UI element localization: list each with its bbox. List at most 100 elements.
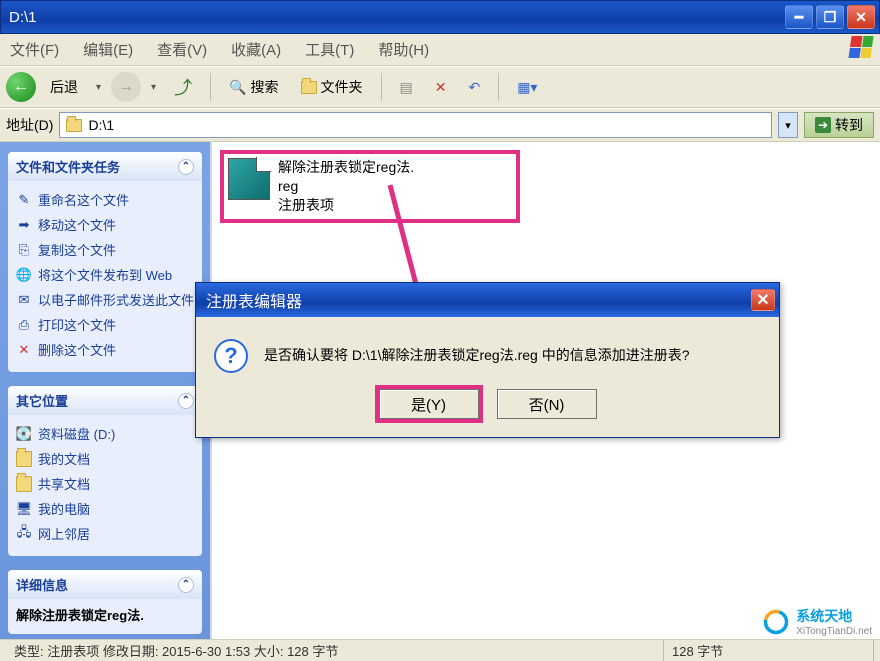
windows-logo-icon <box>850 36 876 62</box>
address-combo[interactable]: D:\1 <box>59 112 772 138</box>
address-value: D:\1 <box>88 117 765 133</box>
place-label: 我的电脑 <box>38 499 90 518</box>
folder-icon <box>301 81 317 94</box>
delete-icon: ✕ <box>16 342 32 358</box>
dialog-titlebar: 注册表编辑器 ✕ <box>196 283 779 317</box>
panel-file-tasks: 文件和文件夹任务 ⌃ ✎ 重命名这个文件 ➡ 移动这个文件 ⎘ 复制这个文件 🌐 将这个… <box>8 152 202 372</box>
menu-file[interactable]: 文件(F) <box>10 39 59 60</box>
separator <box>381 73 382 101</box>
place-computer[interactable]: 🖥我的电脑 <box>16 496 194 521</box>
forward-button[interactable]: → <box>111 72 141 102</box>
print-icon: ⎙ <box>16 317 32 333</box>
minimize-button[interactable]: ━ <box>785 5 813 29</box>
task-publish[interactable]: 🌐 将这个文件发布到 Web <box>16 262 194 287</box>
menu-view[interactable]: 查看(V) <box>157 39 207 60</box>
task-rename[interactable]: ✎ 重命名这个文件 <box>16 187 194 212</box>
address-bar: 地址(D) D:\1 ▾ ➔ 转到 <box>0 108 880 142</box>
dialog-no-button[interactable]: 否(N) <box>497 389 597 419</box>
maximize-button[interactable]: ❐ <box>816 5 844 29</box>
dialog-regedit: 注册表编辑器 ✕ ? 是否确认要将 D:\1\解除注册表锁定reg法.reg 中… <box>195 282 780 438</box>
task-print[interactable]: ⎙打印这个文件 <box>16 312 194 337</box>
menu-favorites[interactable]: 收藏(A) <box>231 39 281 60</box>
search-button[interactable]: 🔍搜索 <box>221 73 286 101</box>
back-button[interactable]: ← <box>6 72 36 102</box>
rename-icon: ✎ <box>16 192 32 208</box>
menu-edit[interactable]: 编辑(E) <box>83 39 133 60</box>
panel-details: 详细信息 ⌃ 解除注册表锁定reg法. <box>8 570 202 634</box>
move-to-button[interactable]: ▤ <box>392 75 421 100</box>
place-network[interactable]: 🖧网上邻居 <box>16 521 194 546</box>
views-button[interactable]: ▦▾ <box>509 75 545 100</box>
file-type: 注册表项 <box>278 196 414 215</box>
task-label: 删除这个文件 <box>38 340 116 359</box>
dialog-message: 是否确认要将 D:\1\解除注册表锁定reg法.reg 中的信息添加进注册表? <box>264 339 690 365</box>
panel-header[interactable]: 其它位置 ⌃ <box>8 386 202 415</box>
task-delete[interactable]: ✕ 删除这个文件 <box>16 337 194 362</box>
forward-history-dropdown[interactable]: ▾ <box>147 82 160 93</box>
button-label: 否(N) <box>529 394 565 415</box>
file-item[interactable]: 解除注册表锁定reg法. reg 注册表项 <box>220 150 520 223</box>
status-right: 128 字节 <box>664 640 874 661</box>
task-label: 将这个文件发布到 Web <box>38 265 172 284</box>
web-icon: 🌐 <box>16 267 32 283</box>
status-bar: 类型: 注册表项 修改日期: 2015-6-30 1:53 大小: 128 字节… <box>0 639 880 661</box>
place-label: 资料磁盘 (D:) <box>38 424 115 443</box>
task-move[interactable]: ➡ 移动这个文件 <box>16 212 194 237</box>
watermark-logo-icon <box>762 608 790 636</box>
panel-title: 文件和文件夹任务 <box>16 157 120 176</box>
folder-icon <box>16 476 32 492</box>
menu-help[interactable]: 帮助(H) <box>378 39 429 60</box>
task-email[interactable]: ✉ 以电子邮件形式发送此文件 <box>16 287 194 312</box>
back-history-dropdown[interactable]: ▾ <box>92 82 105 93</box>
panel-header[interactable]: 详细信息 ⌃ <box>8 570 202 599</box>
window-title: D:\1 <box>5 9 782 26</box>
place-label: 我的文档 <box>38 449 90 468</box>
file-text: 解除注册表锁定reg法. reg 注册表项 <box>278 158 414 215</box>
go-button[interactable]: ➔ 转到 <box>804 112 874 138</box>
folders-label: 文件夹 <box>321 77 363 97</box>
copy-icon: ⎘ <box>16 242 32 258</box>
network-icon: 🖧 <box>16 526 32 542</box>
dialog-yes-button[interactable]: 是(Y) <box>379 389 479 419</box>
task-label: 移动这个文件 <box>38 215 116 234</box>
mail-icon: ✉ <box>16 292 32 308</box>
button-label: 是(Y) <box>411 394 446 415</box>
separator <box>210 73 211 101</box>
menu-bar: 文件(F) 编辑(E) 查看(V) 收藏(A) 工具(T) 帮助(H) <box>0 34 880 66</box>
panel-title: 详细信息 <box>16 575 68 594</box>
dialog-close-button[interactable]: ✕ <box>751 289 775 311</box>
task-label: 复制这个文件 <box>38 240 116 259</box>
collapse-icon[interactable]: ⌃ <box>178 577 194 593</box>
place-documents[interactable]: 我的文档 <box>16 446 194 471</box>
collapse-icon[interactable]: ⌃ <box>178 159 194 175</box>
place-drive[interactable]: 💽 资料磁盘 (D:) <box>16 421 194 446</box>
watermark: 系统天地 XiTongTianDi.net <box>762 606 872 637</box>
window-titlebar: D:\1 ━ ❐ ✕ <box>0 0 880 34</box>
reg-file-icon <box>228 158 270 200</box>
place-shared[interactable]: 共享文档 <box>16 471 194 496</box>
folders-button[interactable]: 文件夹 <box>293 73 371 101</box>
status-left: 类型: 注册表项 修改日期: 2015-6-30 1:53 大小: 128 字节 <box>6 640 664 661</box>
back-label[interactable]: 后退 <box>42 73 86 101</box>
sidebar: 文件和文件夹任务 ⌃ ✎ 重命名这个文件 ➡ 移动这个文件 ⎘ 复制这个文件 🌐 将这个… <box>0 142 210 642</box>
watermark-name: 系统天地 <box>796 608 852 624</box>
task-copy[interactable]: ⎘ 复制这个文件 <box>16 237 194 262</box>
question-icon: ? <box>214 339 248 373</box>
toolbar: ← 后退 ▾ → ▾ ⤴ 🔍搜索 文件夹 ▤ ✕ ↶ ▦▾ <box>0 66 880 108</box>
close-button[interactable]: ✕ <box>847 5 875 29</box>
drive-icon: 💽 <box>16 426 32 442</box>
search-label: 搜索 <box>251 77 279 97</box>
task-label: 以电子邮件形式发送此文件 <box>38 290 194 309</box>
up-button[interactable]: ⤴ <box>166 70 200 104</box>
details-filename: 解除注册表锁定reg法. <box>16 608 144 623</box>
panel-header[interactable]: 文件和文件夹任务 ⌃ <box>8 152 202 181</box>
undo-button[interactable]: ↶ <box>460 75 488 100</box>
panel-title: 其它位置 <box>16 391 68 410</box>
task-label: 重命名这个文件 <box>38 190 129 209</box>
move-icon: ➡ <box>16 217 32 233</box>
menu-tools[interactable]: 工具(T) <box>305 39 354 60</box>
collapse-icon[interactable]: ⌃ <box>178 393 194 409</box>
go-label: 转到 <box>835 115 863 135</box>
copy-to-button[interactable]: ✕ <box>427 75 455 100</box>
address-dropdown[interactable]: ▾ <box>778 112 798 138</box>
